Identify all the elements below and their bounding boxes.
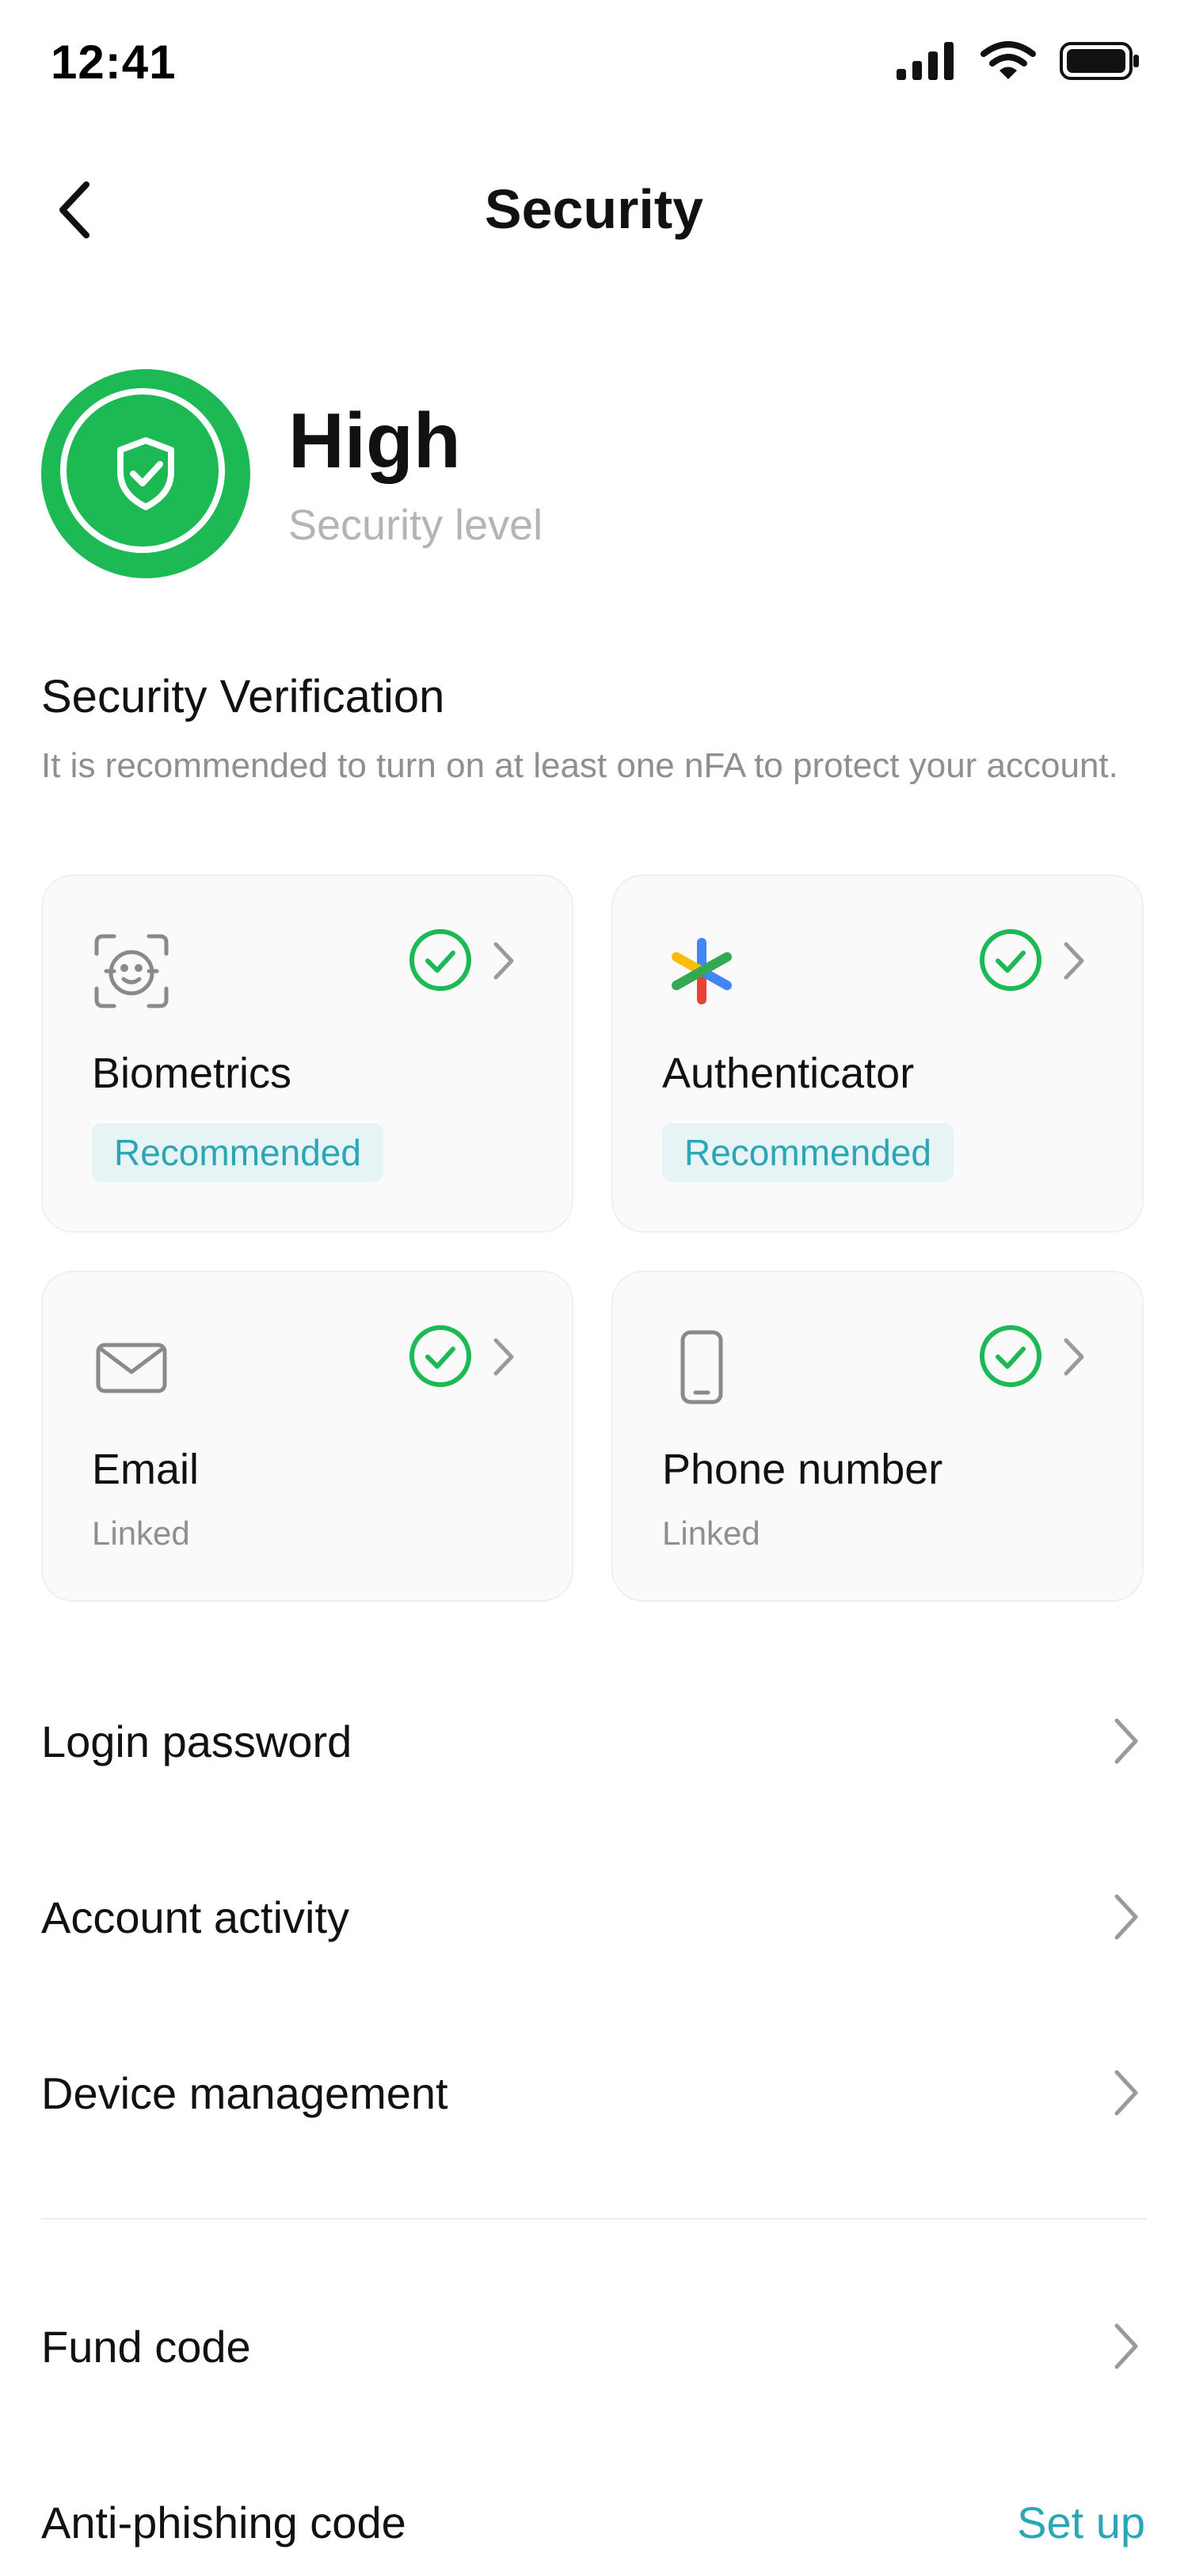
chevron-right-icon [1114, 1718, 1138, 1764]
row-label: Fund code [41, 2322, 251, 2372]
security-screen: 12:41 Security High Security level Secur… [0, 0, 1188, 2573]
authenticator-icon [661, 930, 743, 1012]
row-label: Device management [41, 2068, 448, 2118]
security-level-badge [41, 369, 250, 578]
chevron-right-icon [1064, 1338, 1084, 1376]
login-password-row[interactable]: Login password [41, 1684, 1147, 1795]
security-level-label: Security level [288, 501, 543, 549]
card-title: Phone number [662, 1446, 943, 1493]
mail-icon [90, 1326, 173, 1408]
chevron-right-icon [1114, 1894, 1138, 1940]
shield-check-icon [117, 437, 174, 510]
header: Security [0, 158, 1188, 253]
page-title: Security [484, 178, 704, 240]
section-divider [41, 2218, 1147, 2220]
card-status: Linked [662, 1515, 760, 1552]
email-card[interactable]: Email Linked [41, 1271, 573, 1602]
check-circle-icon [409, 1325, 471, 1387]
recommended-badge: Recommended [92, 1123, 383, 1182]
card-status: Linked [92, 1515, 190, 1552]
recommended-badge: Recommended [662, 1123, 954, 1182]
status-bar: 12:41 [0, 0, 1188, 127]
chevron-right-icon [493, 942, 514, 980]
row-label: Login password [41, 1717, 352, 1766]
section-description: It is recommended to turn on at least on… [41, 746, 1118, 785]
wifi-icon [980, 41, 1036, 79]
card-title: Authenticator [662, 1050, 915, 1097]
security-level-value: High [288, 397, 461, 484]
row-label: Account activity [41, 1892, 350, 1942]
row-label: Anti-phishing code [41, 2498, 406, 2547]
chevron-right-icon [1114, 2070, 1138, 2116]
check-circle-icon [980, 1325, 1041, 1387]
account-activity-row[interactable]: Account activity [41, 1860, 1147, 1971]
status-time: 12:41 [51, 36, 177, 89]
card-title: Biometrics [92, 1050, 292, 1097]
phone-card[interactable]: Phone number Linked [611, 1271, 1144, 1602]
chevron-right-icon [1064, 942, 1084, 980]
card-title: Email [92, 1446, 200, 1493]
set-up-link[interactable]: Set up [1017, 2497, 1145, 2548]
cellular-signal-icon [897, 42, 954, 80]
authenticator-card[interactable]: Authenticator Recommended [611, 875, 1144, 1233]
chevron-right-icon [1114, 2323, 1138, 2369]
section-title: Security Verification [41, 671, 445, 722]
battery-icon [1060, 42, 1139, 80]
phone-icon [661, 1326, 743, 1408]
status-icons [897, 41, 1140, 81]
device-management-row[interactable]: Device management [41, 2036, 1147, 2147]
check-circle-icon [980, 929, 1041, 991]
check-circle-icon [409, 929, 471, 991]
face-id-icon [90, 930, 173, 1012]
chevron-right-icon [493, 1338, 514, 1376]
fund-code-row[interactable]: Fund code [41, 2289, 1147, 2400]
anti-phishing-row[interactable]: Anti-phishing code Set up [41, 2465, 1147, 2576]
biometrics-card[interactable]: Biometrics Recommended [41, 875, 573, 1233]
